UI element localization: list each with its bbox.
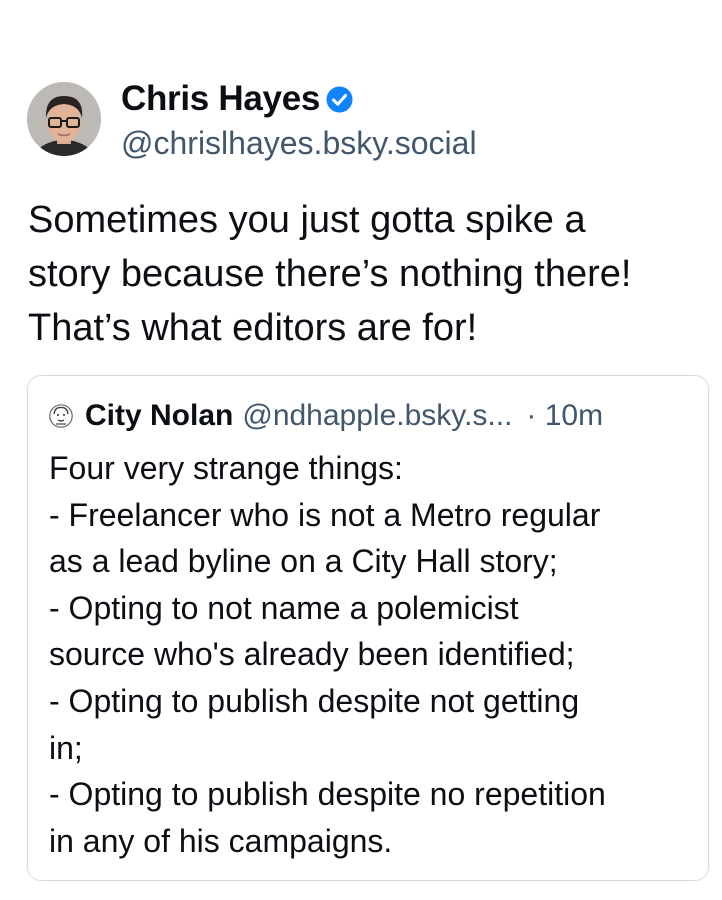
post-text: Sometimes you just gotta spike a story b… [28, 199, 632, 349]
quoted-author-display-name[interactable]: City Nolan [85, 399, 233, 433]
author-name-row: Chris Hayes [121, 77, 353, 121]
quoted-author-handle[interactable]: @ndhapple.bsky.s... [242, 399, 512, 433]
quoted-author-avatar-icon [49, 404, 73, 428]
quoted-post-text: Four very strange things: - Freelancer w… [49, 450, 606, 859]
author-avatar[interactable] [27, 82, 101, 156]
quoted-post-card[interactable]: City Nolan @ndhapple.bsky.s... · 10m Fou… [27, 375, 709, 881]
post: Chris Hayes @chrislhayes.bsky.social Som… [0, 0, 722, 900]
author-handle[interactable]: @chrislhayes.bsky.social [121, 125, 477, 162]
author-display-name[interactable]: Chris Hayes [121, 79, 320, 119]
verified-badge-icon [326, 86, 353, 113]
quoted-post-timestamp[interactable]: · 10m [526, 399, 603, 433]
quoted-post-header: City Nolan @ndhapple.bsky.s... · 10m [49, 396, 699, 436]
